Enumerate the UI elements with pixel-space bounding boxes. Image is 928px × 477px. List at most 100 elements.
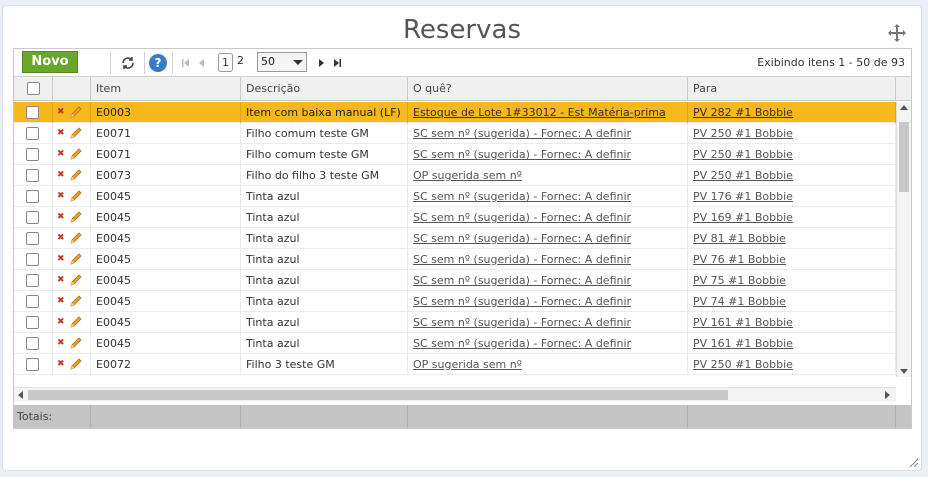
cell-para-link[interactable]: PV 282 #1 Bobbie — [693, 106, 793, 119]
row-checkbox[interactable] — [26, 211, 39, 224]
page-2-link[interactable]: 2 — [237, 54, 244, 67]
table-row[interactable]: ✖ E0045 Tinta azul SC sem nº (sugerida) - F… — [14, 249, 896, 270]
cell-para-link[interactable]: PV 161 #1 Bobbie — [693, 337, 793, 350]
table-row[interactable]: ✖ E0073 Filho do filho 3 teste GM OP sugeri… — [14, 165, 896, 186]
column-header-oque[interactable]: O quê? — [408, 77, 688, 101]
edit-icon[interactable] — [69, 147, 83, 161]
delete-icon[interactable]: ✖ — [57, 249, 65, 270]
table-row[interactable]: ✖ E0003 Item com baixa manual (LF) Estoque … — [14, 102, 896, 123]
row-checkbox[interactable] — [26, 274, 39, 287]
delete-icon[interactable]: ✖ — [57, 123, 65, 144]
edit-icon[interactable] — [69, 126, 83, 140]
delete-icon[interactable]: ✖ — [57, 270, 65, 291]
horizontal-scroll-thumb[interactable] — [28, 390, 728, 400]
move-icon[interactable] — [887, 23, 907, 43]
edit-icon[interactable] — [69, 231, 83, 245]
new-button[interactable]: Novo — [22, 51, 78, 73]
cell-oque-link[interactable]: Estoque de Lote 1#33012 - Est Matéria-pr… — [413, 106, 666, 119]
edit-icon[interactable] — [69, 168, 83, 182]
column-header-item[interactable]: Item — [91, 77, 241, 101]
column-header-descricao[interactable]: Descrição — [241, 77, 408, 101]
vertical-scrollbar[interactable] — [896, 102, 911, 377]
cell-oque-link[interactable]: OP sugerida sem nº — [413, 169, 522, 182]
help-icon[interactable]: ? — [149, 54, 167, 72]
delete-icon[interactable]: ✖ — [57, 228, 65, 249]
cell-para-link[interactable]: PV 75 #1 Bobbie — [693, 274, 786, 287]
cell-oque-link[interactable]: SC sem nº (sugerida) - Fornec: A definir — [413, 211, 631, 224]
edit-icon[interactable] — [69, 210, 83, 224]
row-checkbox[interactable] — [26, 232, 39, 245]
row-checkbox[interactable] — [26, 127, 39, 140]
cell-oque-link[interactable]: SC sem nº (sugerida) - Fornec: A definir — [413, 295, 631, 308]
edit-icon[interactable] — [69, 105, 83, 119]
row-checkbox[interactable] — [26, 358, 39, 371]
scroll-right-icon[interactable] — [885, 391, 890, 399]
cell-para-link[interactable]: PV 250 #1 Bobbie — [693, 169, 793, 182]
page-size-select[interactable]: 50 — [257, 52, 307, 72]
cell-para-link[interactable]: PV 74 #1 Bobbie — [693, 295, 786, 308]
row-checkbox[interactable] — [26, 106, 39, 119]
row-checkbox[interactable] — [26, 148, 39, 161]
edit-icon[interactable] — [69, 336, 83, 350]
cell-para-link[interactable]: PV 250 #1 Bobbie — [693, 127, 793, 140]
table-row[interactable]: ✖ E0045 Tinta azul SC sem nº (sugerida) - F… — [14, 186, 896, 207]
cell-oque-link[interactable]: SC sem nº (sugerida) - Fornec: A definir — [413, 253, 631, 266]
table-row[interactable]: ✖ E0045 Tinta azul SC sem nº (sugerida) - F… — [14, 312, 896, 333]
row-checkbox[interactable] — [26, 253, 39, 266]
prev-page-icon[interactable] — [192, 53, 212, 73]
page-1-button[interactable]: 1 — [218, 53, 233, 72]
cell-para-link[interactable]: PV 169 #1 Bobbie — [693, 211, 793, 224]
delete-icon[interactable]: ✖ — [57, 186, 65, 207]
cell-oque-link[interactable]: SC sem nº (sugerida) - Fornec: A definir — [413, 232, 631, 245]
cell-oque-link[interactable]: OP sugerida sem nº — [413, 358, 522, 371]
cell-oque-link[interactable]: SC sem nº (sugerida) - Fornec: A definir — [413, 190, 631, 203]
row-checkbox[interactable] — [26, 316, 39, 329]
cell-para-link[interactable]: PV 250 #1 Bobbie — [693, 148, 793, 161]
resize-grip-icon[interactable] — [909, 458, 918, 467]
table-row[interactable]: ✖ E0072 Filho 3 teste GM OP sugerida sem nº… — [14, 354, 896, 375]
delete-icon[interactable]: ✖ — [57, 354, 65, 375]
edit-icon[interactable] — [69, 252, 83, 266]
delete-icon[interactable]: ✖ — [57, 165, 65, 186]
cell-para-link[interactable]: PV 81 #1 Bobbie — [693, 232, 786, 245]
cell-oque-link[interactable]: SC sem nº (sugerida) - Fornec: A definir — [413, 337, 631, 350]
delete-icon[interactable]: ✖ — [57, 207, 65, 228]
cell-para-link[interactable]: PV 76 #1 Bobbie — [693, 253, 786, 266]
edit-icon[interactable] — [69, 357, 83, 371]
select-all-checkbox[interactable] — [27, 82, 40, 95]
cell-oque-link[interactable]: SC sem nº (sugerida) - Fornec: A definir — [413, 148, 631, 161]
edit-icon[interactable] — [69, 189, 83, 203]
last-page-icon[interactable] — [327, 53, 347, 73]
vertical-scroll-thumb[interactable] — [899, 122, 909, 192]
scroll-left-icon[interactable] — [18, 391, 23, 399]
edit-icon[interactable] — [69, 315, 83, 329]
table-row[interactable]: ✖ E0045 Tinta azul SC sem nº (sugerida) - F… — [14, 270, 896, 291]
scroll-up-icon[interactable] — [900, 105, 908, 110]
scroll-down-icon[interactable] — [900, 369, 908, 374]
horizontal-scrollbar[interactable] — [14, 387, 896, 402]
table-row[interactable]: ✖ E0071 Filho comum teste GM SC sem nº (sug… — [14, 123, 896, 144]
table-row[interactable]: ✖ E0045 Tinta azul SC sem nº (sugerida) - F… — [14, 207, 896, 228]
row-checkbox[interactable] — [26, 190, 39, 203]
column-header-para[interactable]: Para — [688, 77, 896, 101]
edit-icon[interactable] — [69, 294, 83, 308]
delete-icon[interactable]: ✖ — [57, 144, 65, 165]
table-row[interactable]: ✖ E0071 Filho comum teste GM SC sem nº (sug… — [14, 144, 896, 165]
delete-icon[interactable]: ✖ — [57, 291, 65, 312]
cell-para-link[interactable]: PV 161 #1 Bobbie — [693, 316, 793, 329]
row-checkbox[interactable] — [26, 169, 39, 182]
refresh-icon[interactable] — [118, 53, 138, 73]
table-row[interactable]: ✖ E0045 Tinta azul SC sem nº (sugerida) - F… — [14, 228, 896, 249]
delete-icon[interactable]: ✖ — [57, 333, 65, 354]
delete-icon[interactable]: ✖ — [57, 102, 65, 123]
cell-para-link[interactable]: PV 176 #1 Bobbie — [693, 190, 793, 203]
table-row[interactable]: ✖ E0045 Tinta azul SC sem nº (sugerida) - F… — [14, 291, 896, 312]
delete-icon[interactable]: ✖ — [57, 312, 65, 333]
row-checkbox[interactable] — [26, 337, 39, 350]
row-checkbox[interactable] — [26, 295, 39, 308]
edit-icon[interactable] — [69, 273, 83, 287]
cell-oque-link[interactable]: SC sem nº (sugerida) - Fornec: A definir — [413, 127, 631, 140]
cell-oque-link[interactable]: SC sem nº (sugerida) - Fornec: A definir — [413, 274, 631, 287]
cell-para-link[interactable]: PV 250 #1 Bobbie — [693, 358, 793, 371]
cell-oque-link[interactable]: SC sem nº (sugerida) - Fornec: A definir — [413, 316, 631, 329]
